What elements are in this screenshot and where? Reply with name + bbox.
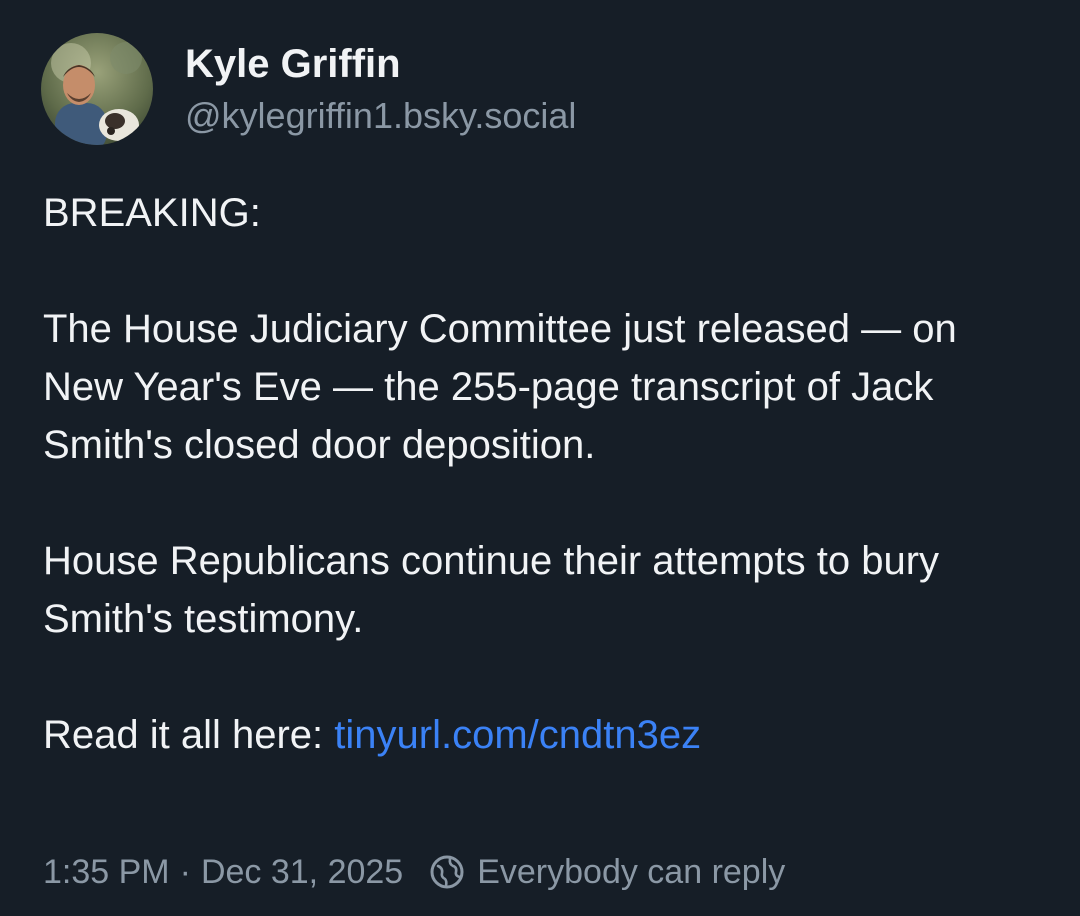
post-meta: 1:35 PM · Dec 31, 2025 Everybody can rep… bbox=[43, 848, 785, 896]
author-block: Kyle Griffin @kylegriffin1.bsky.social bbox=[185, 40, 576, 138]
post-paragraph-1: The House Judiciary Committee just relea… bbox=[43, 307, 957, 467]
post-body: BREAKING: The House Judiciary Committee … bbox=[43, 184, 1043, 764]
post-time[interactable]: 1:35 PM bbox=[43, 848, 170, 896]
post-date[interactable]: Dec 31, 2025 bbox=[201, 848, 403, 896]
author-display-name[interactable]: Kyle Griffin bbox=[185, 40, 576, 88]
post-heading: BREAKING: bbox=[43, 191, 261, 235]
avatar-photo-icon bbox=[41, 33, 153, 145]
post-link[interactable]: tinyurl.com/cndtn3ez bbox=[334, 713, 701, 757]
meta-separator: · bbox=[179, 853, 191, 891]
post-card: Kyle Griffin @kylegriffin1.bsky.social B… bbox=[0, 0, 1080, 916]
read-prefix: Read it all here: bbox=[43, 713, 335, 757]
post-read-line: Read it all here: tinyurl.com/cndtn3ez bbox=[43, 706, 1043, 764]
post-paragraph-2: House Republicans continue their attempt… bbox=[43, 539, 940, 641]
avatar[interactable] bbox=[41, 33, 153, 145]
reply-setting-button[interactable]: Everybody can reply bbox=[429, 848, 785, 896]
author-handle[interactable]: @kylegriffin1.bsky.social bbox=[185, 94, 576, 138]
globe-icon bbox=[430, 855, 464, 889]
reply-setting-label: Everybody can reply bbox=[477, 853, 786, 891]
